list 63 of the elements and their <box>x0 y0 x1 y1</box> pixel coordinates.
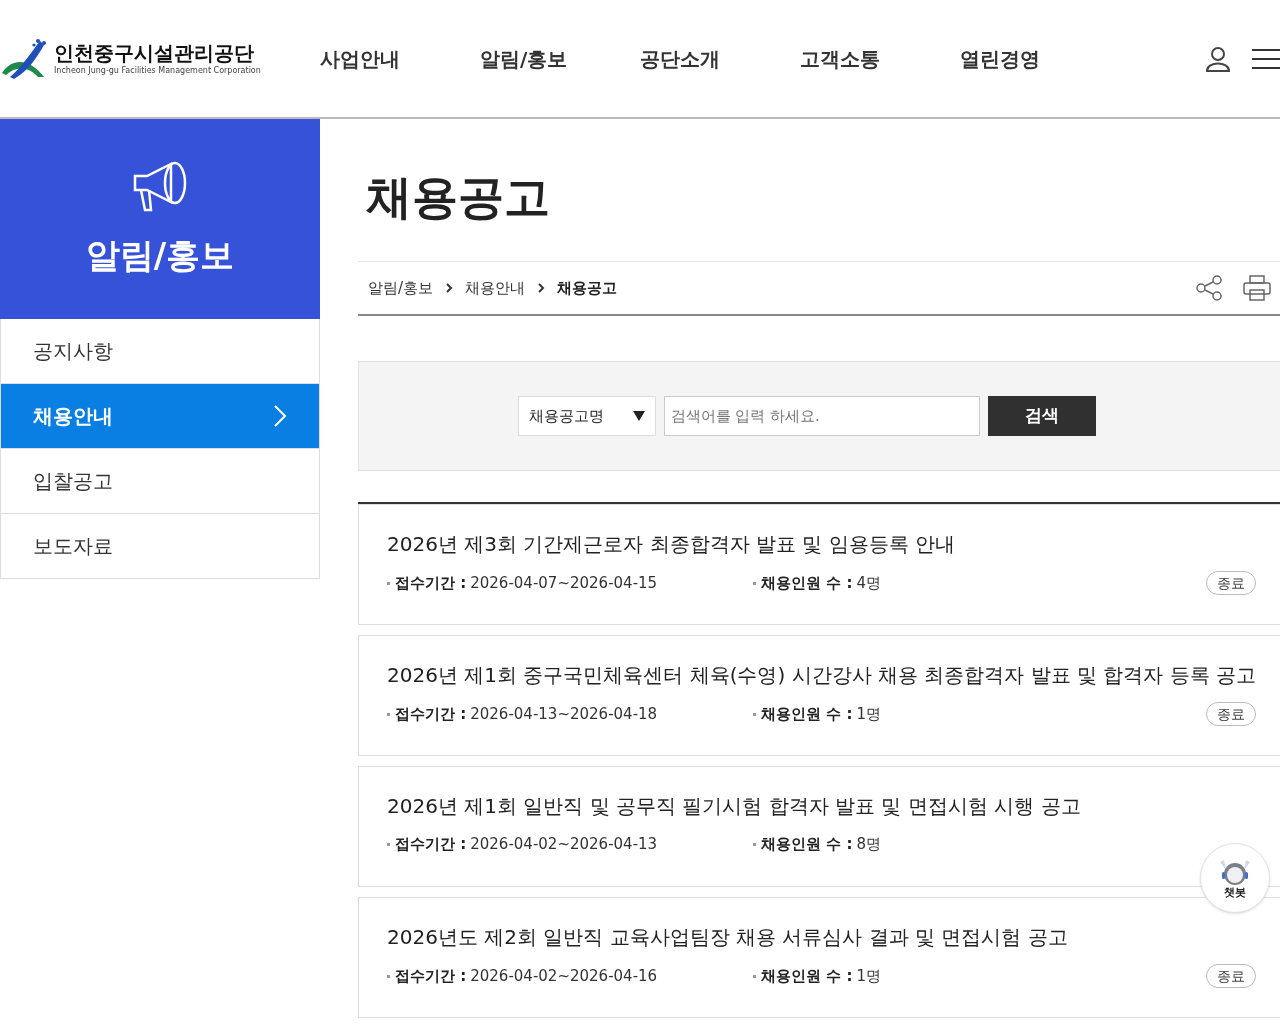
posting-title[interactable]: 2026년 제1회 중구국민체육센터 체육(수영) 시간강사 채용 최종합격자 발표 및 합격자 등록 공고 <box>387 660 1257 690</box>
nav-link[interactable]: 사업안내 <box>320 43 480 74</box>
period-label: 접수기간 : <box>395 965 467 987</box>
period-label: 접수기간 : <box>395 572 467 594</box>
logo-subtitle: Incheon Jung-gu Facilities Management Corporation <box>54 64 261 77</box>
period-label: 접수기간 : <box>395 834 467 855</box>
page-title: 채용공고 <box>366 169 551 226</box>
nav-link[interactable]: 공단소개 <box>640 43 800 74</box>
period-value: 2026-04-02~2026-04-13 <box>470 834 658 855</box>
count-label: 채용인원 수 : <box>761 834 853 855</box>
logo-title: 인천중구시설관리공단 <box>54 40 255 65</box>
count-value: 1명 <box>856 965 881 987</box>
posting-card[interactable]: 2026년 제3회 기간제근로자 최종합격자 발표 및 임용등록 안내 접수기간 : 2026-04-07~2026-04-15 채용인원 수 : 4명 종료 <box>358 504 1280 625</box>
bullet-icon <box>753 842 756 846</box>
period-value: 2026-04-07~2026-04-15 <box>470 572 658 594</box>
breadcrumb-link[interactable]: 채용공고 <box>557 276 618 300</box>
posting-card[interactable]: 2026년 제1회 중구국민체육센터 체육(수영) 시간강사 채용 최종합격자 발표 및 합격자 등록 공고 접수기간 : 2026-04-13~2026-04-18 채용인원 수 : 1명 종료 <box>358 635 1280 756</box>
bullet-icon <box>387 712 390 716</box>
posting-title[interactable]: 2026년도 제2회 일반직 교육사업팀장 채용 서류심사 결과 및 면접시험 공고 <box>387 922 1257 952</box>
bullet-icon <box>753 581 756 585</box>
status-badge: 종료 <box>1206 702 1257 726</box>
sidebar-item[interactable]: 보도자료 <box>0 514 320 579</box>
chevron-right-icon <box>445 283 454 293</box>
user-icon[interactable] <box>1204 44 1232 73</box>
count-label: 채용인원 수 : <box>761 965 853 987</box>
period-value: 2026-04-02~2026-04-16 <box>470 965 658 987</box>
posting-card[interactable]: 2026년 제1회 일반직 및 공무직 필기시험 합격자 발표 및 면접시험 시행 공고 접수기간 : 2026-04-02~2026-04-13 채용인원 수 : 8명 <box>358 766 1280 887</box>
count-value: 8명 <box>856 834 881 855</box>
category-select[interactable]: 채용공고명 <box>517 396 656 436</box>
search-field[interactable]: 검색어를 입력 하세요. <box>663 396 980 436</box>
menu-icon[interactable] <box>1252 47 1280 70</box>
search-button[interactable]: 검색 <box>987 396 1096 436</box>
breadcrumb-link[interactable]: 채용안내 <box>465 276 526 300</box>
bullet-icon <box>753 974 756 978</box>
bullet-icon <box>387 842 390 846</box>
posting-title[interactable]: 2026년 제1회 일반직 및 공무직 필기시험 합격자 발표 및 면접시험 시행 공고 <box>387 791 1257 821</box>
posting-card[interactable]: 2026년도 제2회 일반직 교육사업팀장 채용 서류심사 결과 및 면접시험 공고 접수기간 : 2026-04-02~2026-04-16 채용인원 수 : 1명 종료 <box>358 897 1280 1018</box>
breadcrumb-link[interactable]: 알림/홍보 <box>368 276 434 300</box>
count-label: 채용인원 수 : <box>761 703 853 725</box>
chevron-right-icon <box>273 404 287 428</box>
period-label: 접수기간 : <box>395 703 467 725</box>
count-value: 1명 <box>856 703 881 725</box>
count-label: 채용인원 수 : <box>761 572 853 594</box>
bullet-icon <box>387 581 390 585</box>
nav-link[interactable]: 고객소통 <box>800 43 960 74</box>
sidebar-title: 알림/홍보 <box>85 233 235 277</box>
bullet-icon <box>753 712 756 716</box>
period-value: 2026-04-13~2026-04-18 <box>470 703 658 725</box>
bullet-icon <box>387 974 390 978</box>
sidebar-item[interactable]: 채용안내 <box>0 384 320 449</box>
caret-down-icon <box>632 411 645 421</box>
count-value: 4명 <box>856 572 881 594</box>
chatbot-label: 챗봇 <box>1224 886 1246 900</box>
nav-link[interactable]: 알림/홍보 <box>480 43 640 74</box>
share-icon[interactable] <box>1195 275 1224 301</box>
chevron-right-icon <box>537 283 546 293</box>
sidebar-item[interactable]: 공지사항 <box>0 319 320 384</box>
print-icon[interactable] <box>1243 275 1272 301</box>
nav-link[interactable]: 열린경영 <box>960 43 1120 74</box>
posting-title[interactable]: 2026년 제3회 기간제근로자 최종합격자 발표 및 임용등록 안내 <box>387 529 1257 559</box>
status-badge: 종료 <box>1206 964 1257 988</box>
sidebar-item[interactable]: 입찰공고 <box>0 449 320 514</box>
status-badge: 종료 <box>1206 571 1257 595</box>
